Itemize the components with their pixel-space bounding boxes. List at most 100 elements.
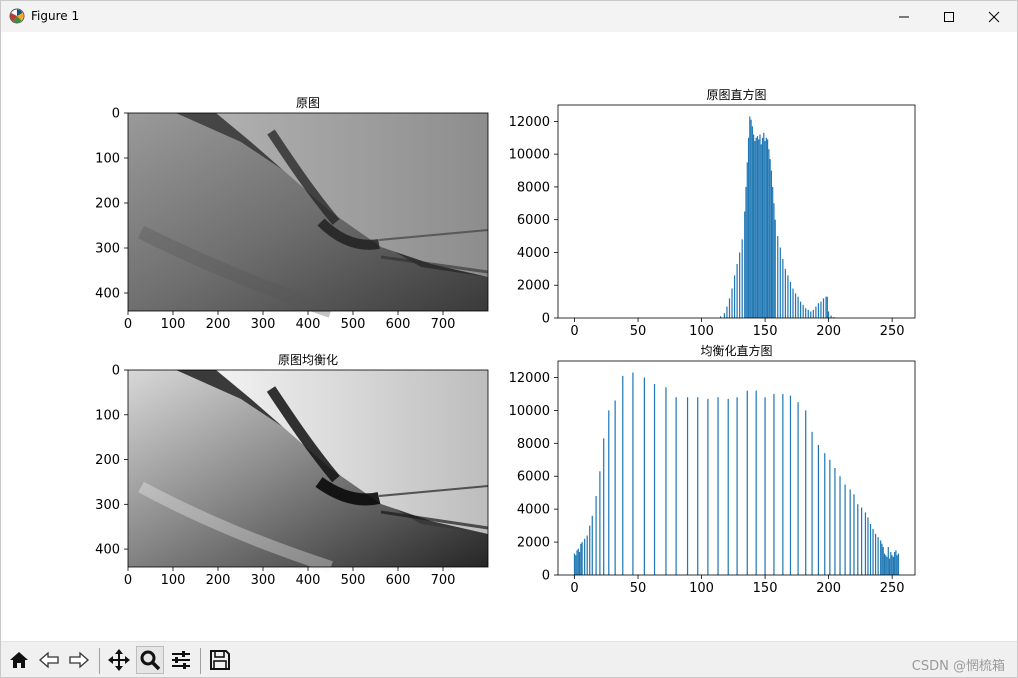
title-bar[interactable]: Figure 1 xyxy=(1,1,1017,32)
sliders-icon xyxy=(172,651,190,669)
histogram-bar xyxy=(867,517,869,575)
close-button[interactable] xyxy=(971,1,1017,32)
y-tick-label: 6000 xyxy=(517,470,550,485)
toolbar-separator xyxy=(200,648,201,674)
histogram-bar xyxy=(777,236,779,318)
arrow-left-icon xyxy=(39,651,59,669)
histogram-bar xyxy=(807,309,809,318)
x-tick-label: 200 xyxy=(206,317,231,332)
x-tick-label: 150 xyxy=(753,581,778,596)
histogram-bar xyxy=(812,309,814,318)
x-tick-label: 50 xyxy=(630,581,647,596)
histogram-bar xyxy=(755,137,757,318)
histogram-bar xyxy=(584,538,586,575)
y-tick-label: 2000 xyxy=(517,536,550,551)
histogram-bar xyxy=(882,547,884,575)
y-tick-label: 100 xyxy=(95,152,120,167)
histogram-bar xyxy=(802,304,804,318)
home-icon xyxy=(10,652,28,668)
histogram-bar xyxy=(746,162,748,318)
y-tick-label: 10000 xyxy=(509,148,550,163)
equalized-histogram-chart: 均衡化直方图 0 50 100 150 200 250 0 2000 4000 6000 8000 10… xyxy=(509,343,916,596)
figure-svg: 原图0 100 200 300 400 500 600 7000100200300400 原图… xyxy=(95,87,916,596)
histogram-bar xyxy=(769,159,771,318)
histogram-bar xyxy=(883,553,886,575)
histogram-bar xyxy=(773,393,775,575)
histogram-bar xyxy=(881,543,883,575)
chart-title: 原图直方图 xyxy=(706,87,766,102)
histogram-bar xyxy=(869,523,872,575)
histogram-bar xyxy=(794,293,797,318)
histogram-bar xyxy=(723,313,726,318)
y-tick-label: 12000 xyxy=(509,115,550,130)
back-button[interactable] xyxy=(35,646,63,674)
y-tick-label: 8000 xyxy=(517,437,550,452)
histogram-bar xyxy=(805,308,807,318)
histogram-bar xyxy=(728,298,731,318)
histogram-bar xyxy=(895,550,897,575)
forward-button[interactable] xyxy=(65,646,93,674)
histogram-bar xyxy=(805,410,807,575)
x-tick-label: 500 xyxy=(341,317,366,332)
histogram-bar xyxy=(581,542,583,575)
histogram-bar xyxy=(844,484,846,575)
histogram-bar xyxy=(897,553,900,575)
zoom-button[interactable] xyxy=(136,646,164,674)
histogram-bar xyxy=(745,186,747,318)
histogram-bar xyxy=(744,211,746,318)
histogram-bar xyxy=(811,431,813,575)
histogram-bar xyxy=(787,275,789,318)
histogram-bar xyxy=(754,141,756,318)
histogram-bar xyxy=(772,186,774,318)
y-tick-label: 0 xyxy=(542,569,550,584)
home-button[interactable] xyxy=(5,646,33,674)
histogram-bar xyxy=(573,553,576,575)
histogram-bar xyxy=(622,375,624,575)
figure-window: Figure 1 原图 0 100 200 300 400 500 600 70… xyxy=(0,0,1018,678)
histogram-bar xyxy=(686,397,689,575)
histogram-bar xyxy=(789,281,792,318)
histogram-bar xyxy=(789,395,792,575)
histogram-bar xyxy=(739,252,741,318)
chart-title: 原图均衡化 xyxy=(278,353,338,367)
minimize-button[interactable] xyxy=(881,1,927,32)
y-tick-label: 0 xyxy=(542,312,550,327)
histogram-bar xyxy=(755,390,757,575)
histogram-bar xyxy=(896,555,898,575)
x-tick-label: 0 xyxy=(124,573,132,588)
y-tick-label: 400 xyxy=(95,543,120,558)
maximize-icon xyxy=(944,11,954,22)
y-tick-label: 0 xyxy=(112,107,120,122)
histogram-bar xyxy=(773,203,775,318)
histogram-bar xyxy=(892,556,894,575)
histogram-bar xyxy=(603,438,605,575)
histogram-bar xyxy=(750,119,752,318)
x-tick-label: 200 xyxy=(816,324,841,339)
histogram-bar xyxy=(849,489,851,575)
y-tick-label: 10000 xyxy=(509,404,550,419)
histogram-bar xyxy=(595,495,597,575)
save-button[interactable] xyxy=(206,646,234,674)
magnifier-icon xyxy=(140,650,161,671)
maximize-button[interactable] xyxy=(926,1,972,32)
histogram-bar xyxy=(717,397,719,575)
y-tick-label: 200 xyxy=(95,197,120,212)
x-tick-label: 400 xyxy=(296,573,321,588)
x-tick-label: 300 xyxy=(251,573,276,588)
histogram-bar xyxy=(817,444,820,575)
subplots-button[interactable] xyxy=(167,646,195,674)
original-histogram-chart: 原图直方图 0 50 100 150 200 250 0 2000 4000 6000 8000 100… xyxy=(509,87,916,339)
histogram-bar xyxy=(826,296,828,318)
histogram-bar xyxy=(753,134,755,318)
pan-button[interactable] xyxy=(105,646,133,674)
x-tick-label: 250 xyxy=(880,581,905,596)
x-tick-label: 700 xyxy=(431,573,456,588)
arrow-right-icon xyxy=(69,651,89,669)
y-tick-label: 8000 xyxy=(517,180,550,195)
histogram-bar xyxy=(763,132,765,318)
histogram-bar xyxy=(797,402,799,575)
histogram-bar xyxy=(726,306,728,318)
figure-canvas[interactable]: 原图 0 100 200 300 400 500 600 700 0 100 200 300 400 原图… xyxy=(1,32,1017,641)
histogram-bar xyxy=(864,512,867,575)
histogram-bar xyxy=(747,137,750,318)
